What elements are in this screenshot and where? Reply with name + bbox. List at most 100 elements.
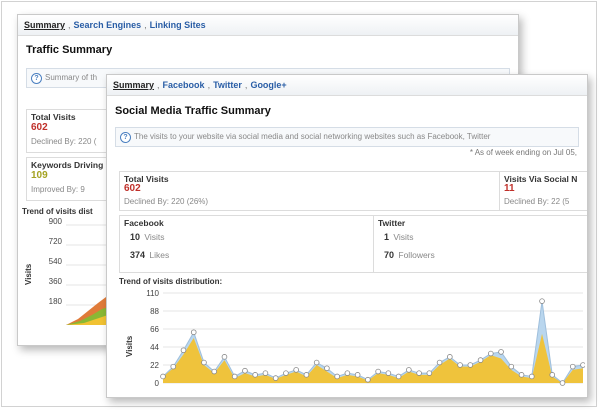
total-visits-value: 602 [124,183,141,194]
tab-summary[interactable]: Summary [24,20,65,30]
twitter-visits-value: 1 [384,232,390,242]
data-point [283,370,289,376]
facebook-likes: 374 Likes [130,250,169,260]
twitter-visits-label: Visits [393,232,414,242]
data-point [375,368,381,375]
social-visits-card: Visits Via Social N 11 Declined By: 22 (… [499,171,587,211]
social-visits-label: Visits Via Social N [504,174,578,184]
tab-bar: Summary, Search Engines, Linking Sites [18,15,518,36]
data-point [477,357,484,363]
data-point [385,370,392,376]
twitter-followers: 70 Followers [384,250,435,260]
tab-separator: , [144,20,147,30]
as-of-note: * As of week ending on Jul 05, [469,148,577,157]
data-point [488,350,494,357]
data-point [293,367,299,373]
total-visits-change: Declined By: 220 (26%) [124,197,209,206]
facebook-likes-label: Likes [149,250,170,260]
data-point [313,359,320,366]
twitter-card: Twitter 1 Visits 70 Followers [373,215,587,273]
info-icon: ? [31,73,42,84]
facebook-visits-value: 10 [130,232,141,242]
data-point [528,373,535,380]
tab-facebook[interactable]: Facebook [163,80,205,90]
tab-google-plus[interactable]: Google+ [250,80,286,90]
keywords-card: Keywords Driving 109 Improved By: 9 [26,157,118,201]
y-axis-label: Visits [24,263,33,285]
y-tick-label: 0 [155,379,160,388]
data-point [303,372,310,378]
data-point [395,373,402,380]
data-point [211,368,218,375]
twitter-visits: 1 Visits [384,232,414,242]
social-media-panel: Summary, Facebook, Twitter, Google+ Social … [106,74,588,398]
data-point [498,349,504,355]
twitter-followers-value: 70 [384,250,395,260]
social-visits-change: Declined By: 22 (5 [504,197,570,206]
info-text: The visits to your website via social me… [134,132,491,141]
tab-separator: , [244,80,248,90]
tab-separator: , [68,20,71,30]
tab-summary[interactable]: Summary [113,80,154,90]
y-tick: 540 [48,257,62,266]
keywords-change: Improved By: 9 [31,185,85,194]
keywords-value: 109 [31,170,48,181]
data-point [447,354,453,360]
trend-label: Trend of visits distribution: [119,277,223,286]
tab-linking-sites[interactable]: Linking Sites [150,20,206,30]
data-point [180,347,187,354]
social-visits-value: 11 [504,183,515,194]
facebook-visits-label: Visits [144,232,165,242]
data-point [457,362,463,368]
data-point [262,370,269,376]
data-point [190,329,197,336]
y-tick: 360 [48,277,62,286]
data-point [221,354,228,360]
data-point [231,373,238,380]
y-tick-label: 22 [150,361,159,370]
twitter-label: Twitter [378,218,406,228]
page-title: Social Media Traffic Summary [115,105,271,117]
y-tick: 900 [48,217,62,226]
y-tick-label: 88 [150,307,159,316]
data-point [426,370,433,376]
data-point [344,370,351,376]
total-visits-value: 602 [31,122,48,133]
data-point [508,363,515,370]
tab-bar: Summary, Facebook, Twitter, Google+ [107,75,587,96]
total-visits-card: Total Visits 602 Declined By: 220 (26%) [119,171,501,211]
data-point [170,363,177,370]
tab-separator: , [157,80,160,90]
data-point [242,367,248,374]
facebook-label: Facebook [124,218,164,228]
data-point [416,370,422,376]
info-text: Summary of th [45,73,98,82]
y-tick: 180 [48,297,62,306]
visits-area-chart: 110 88 66 44 22 0 [146,289,585,388]
data-point [549,372,556,378]
facebook-likes-value: 374 [130,250,146,260]
data-point [436,359,443,366]
data-point [559,380,566,386]
y-tick-label: 44 [150,343,159,352]
data-point [467,362,474,368]
data-point [201,359,207,366]
data-point [272,375,279,381]
y-tick-label: 66 [150,325,159,334]
tab-twitter[interactable]: Twitter [213,80,242,90]
tab-search-engines[interactable]: Search Engines [74,20,142,30]
tab-separator: , [207,80,211,90]
data-point [518,372,525,378]
data-point [580,362,585,368]
data-point [160,373,166,380]
twitter-followers-label: Followers [398,250,435,260]
keywords-label: Keywords Driving [31,160,104,170]
total-visits-label: Total Visits [31,112,76,122]
page-title: Traffic Summary [26,44,113,56]
y-tick-label: 110 [146,289,159,298]
data-point [354,372,361,378]
y-tick: 720 [48,237,62,246]
data-point [324,365,330,372]
data-point [569,363,576,370]
total-visits-card: Total Visits 602 Declined By: 220 ( [26,109,118,153]
